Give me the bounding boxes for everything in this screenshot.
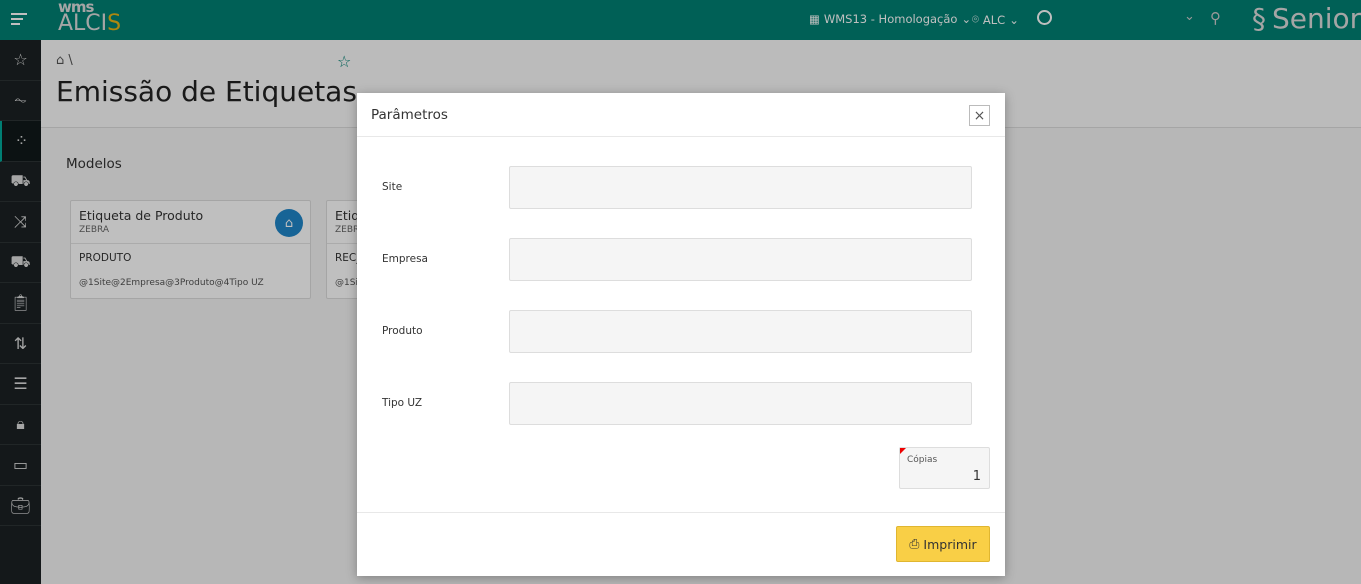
parameters-dialog: Parâmetros × Site Empresa Produto Tipo U…	[357, 93, 1005, 576]
empresa-input[interactable]	[509, 238, 972, 281]
printer-icon: ⎙	[909, 536, 920, 551]
close-icon: ×	[973, 107, 986, 124]
required-marker	[900, 448, 906, 454]
site-input[interactable]	[509, 166, 972, 209]
tipo-uz-input[interactable]	[509, 382, 972, 425]
site-label: Site	[382, 181, 403, 193]
copies-input[interactable]: Cópias 1	[899, 447, 990, 489]
divider	[357, 512, 1005, 513]
produto-label: Produto	[382, 325, 423, 337]
dialog-title: Parâmetros	[357, 93, 1005, 137]
tipo-uz-label: Tipo UZ	[382, 397, 423, 409]
close-button[interactable]: ×	[969, 105, 990, 126]
produto-input[interactable]	[509, 310, 972, 353]
empresa-label: Empresa	[382, 253, 428, 265]
print-button[interactable]: ⎙ Imprimir	[896, 526, 990, 562]
